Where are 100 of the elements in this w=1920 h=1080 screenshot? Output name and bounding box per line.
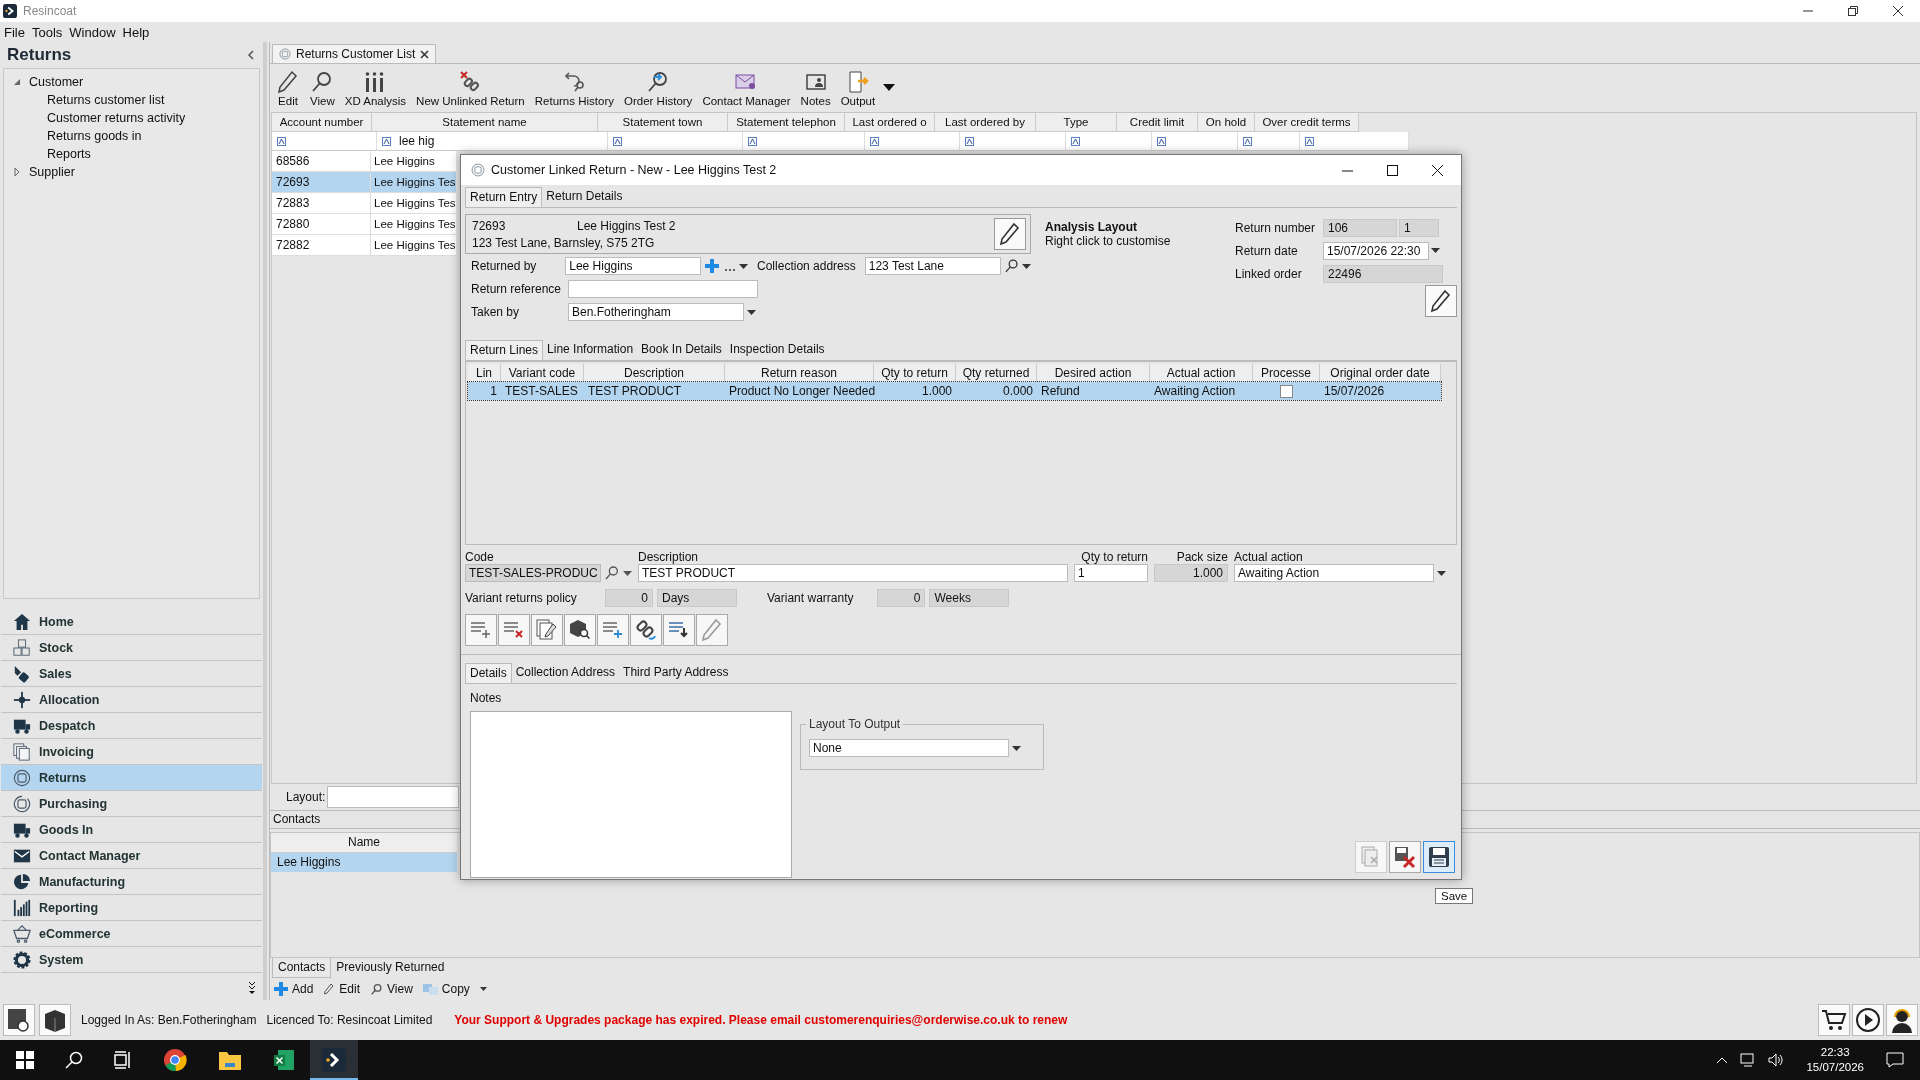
menu-item[interactable]: File xyxy=(4,24,25,40)
lines-tab[interactable]: Return Lines xyxy=(465,340,544,360)
maximize-icon[interactable] xyxy=(1387,164,1398,176)
lines-tab[interactable]: Book In Details xyxy=(637,340,726,360)
qty-field[interactable]: 1 xyxy=(1074,564,1148,582)
nav-item[interactable]: Goods In xyxy=(1,817,262,843)
column-header[interactable]: Processe xyxy=(1253,364,1320,382)
task-view-icon[interactable] xyxy=(114,1051,132,1069)
nav-item[interactable]: Allocation xyxy=(1,687,262,713)
toolbar-button[interactable]: View xyxy=(306,69,339,107)
nav-item[interactable]: Sales xyxy=(1,661,262,687)
column-header[interactable]: Statement name xyxy=(372,113,598,132)
filter-icon[interactable] xyxy=(613,136,622,146)
column-header[interactable]: Variant code xyxy=(501,364,584,382)
filter-icon[interactable] xyxy=(1157,136,1166,146)
close-icon[interactable] xyxy=(1893,6,1903,16)
return-date-picker[interactable]: 15/07/2026 22:30 xyxy=(1323,241,1429,260)
column-header[interactable]: Name xyxy=(271,833,457,853)
pencil-icon[interactable] xyxy=(994,218,1026,250)
search-icon[interactable] xyxy=(65,1051,83,1069)
action-link[interactable]: Copy xyxy=(441,982,470,996)
column-header[interactable]: Account number xyxy=(272,113,372,132)
restore-icon[interactable] xyxy=(1848,6,1858,16)
link-icon[interactable] xyxy=(630,614,662,646)
tree-item[interactable]: Reports xyxy=(47,147,91,161)
dropdown-caret-icon[interactable] xyxy=(883,84,896,92)
column-header[interactable]: Description xyxy=(584,364,725,382)
nav-item[interactable]: Purchasing xyxy=(1,791,262,817)
start-button[interactable] xyxy=(16,1051,34,1069)
volume-icon[interactable] xyxy=(1768,1053,1785,1067)
app-taskbar-icon[interactable] xyxy=(310,1040,358,1080)
tree-item[interactable]: Returns goods in xyxy=(47,129,142,143)
close-icon[interactable] xyxy=(1432,164,1443,176)
dropdown-arrow-icon[interactable] xyxy=(1431,248,1440,253)
column-header[interactable]: Over credit terms xyxy=(1255,113,1359,132)
expand-arrow-icon[interactable] xyxy=(13,168,21,176)
move-down-icon[interactable] xyxy=(663,614,695,646)
table-row[interactable]: 72693 Lee Higgins Tes xyxy=(272,172,456,193)
nav-item[interactable]: Despatch xyxy=(1,713,262,739)
filter-icon[interactable] xyxy=(1305,136,1314,146)
menu-item[interactable]: Help xyxy=(122,24,150,40)
filter-icon[interactable] xyxy=(1071,136,1080,146)
nav-item[interactable]: Contact Manager xyxy=(1,843,262,869)
column-header[interactable]: Return reason xyxy=(725,364,874,382)
search-icon[interactable] xyxy=(370,982,384,996)
nav-item[interactable]: System xyxy=(1,947,262,973)
column-header[interactable]: Qty to return xyxy=(874,364,956,382)
network-icon[interactable] xyxy=(1740,1053,1757,1067)
cart-icon[interactable] xyxy=(1818,1004,1850,1036)
toolbar-button[interactable]: XD Analysis xyxy=(340,69,411,107)
details-tab[interactable]: Details xyxy=(465,663,512,683)
toolbar-button[interactable]: Returns History xyxy=(530,69,618,107)
plus-icon[interactable] xyxy=(704,258,720,274)
column-header[interactable]: Original order date xyxy=(1320,364,1441,382)
details-tab[interactable]: Third Party Address xyxy=(619,663,733,683)
filter-icon[interactable] xyxy=(1243,136,1252,146)
collection-address-field[interactable]: 123 Test Lane xyxy=(864,257,1001,275)
menu-item[interactable]: Window xyxy=(69,24,116,40)
lines-tab[interactable]: Inspection Details xyxy=(725,340,829,360)
column-header[interactable]: Qty returned xyxy=(956,364,1037,382)
nav-item[interactable]: Reporting xyxy=(1,895,262,921)
toolbar-button[interactable]: Output xyxy=(836,69,880,107)
collapse-icon[interactable] xyxy=(247,50,255,60)
panel-tab[interactable]: Contacts xyxy=(272,958,332,978)
dialog-tab[interactable]: Return Entry xyxy=(465,187,543,207)
details-tab[interactable]: Collection Address xyxy=(511,663,620,683)
pencil-icon[interactable] xyxy=(1425,285,1457,317)
notifications-icon[interactable] xyxy=(1886,1052,1904,1068)
action-link[interactable]: Add xyxy=(292,982,314,996)
nav-item[interactable]: Stock xyxy=(1,635,262,661)
toolbar-button[interactable]: Contact Manager xyxy=(698,69,795,107)
actual-action-dropdown[interactable]: Awaiting Action xyxy=(1234,564,1434,582)
tree-item[interactable]: Customer xyxy=(29,75,84,89)
action-link[interactable]: Edit xyxy=(339,982,361,996)
toolbar-button[interactable]: Order History xyxy=(620,69,697,107)
filter-icon[interactable] xyxy=(748,136,757,146)
dropdown-arrow-icon[interactable] xyxy=(1437,570,1446,576)
dropdown-arrow-icon[interactable] xyxy=(1012,745,1021,751)
column-header[interactable]: Credit limit xyxy=(1117,113,1198,132)
action-link[interactable]: View xyxy=(387,982,413,996)
taken-by-dropdown[interactable]: Ben.Fotheringham xyxy=(568,303,744,321)
filter-icon[interactable] xyxy=(870,136,879,146)
panel-tab[interactable]: Previously Returned xyxy=(331,958,450,978)
dropdown-arrow-icon[interactable] xyxy=(1022,263,1031,269)
play-icon[interactable] xyxy=(1852,1004,1884,1036)
column-header[interactable]: Type xyxy=(1036,113,1117,132)
cancel-icon[interactable] xyxy=(1389,841,1421,873)
support-agent-icon[interactable] xyxy=(1886,1004,1918,1036)
table-row[interactable]: 72880 Lee Higgins Tes xyxy=(272,214,456,235)
column-header[interactable]: Actual action xyxy=(1150,364,1253,382)
return-reference-field[interactable] xyxy=(568,280,758,298)
save-icon[interactable] xyxy=(1423,841,1455,873)
box-icon[interactable] xyxy=(39,1004,71,1036)
filter-icon[interactable] xyxy=(382,136,391,146)
filter-field[interactable]: lee hig xyxy=(399,134,435,148)
dropdown-arrow-icon[interactable] xyxy=(479,986,487,992)
code-field[interactable]: TEST-SALES-PRODUC xyxy=(465,564,601,582)
nav-item[interactable]: Home xyxy=(1,609,262,635)
nav-item[interactable]: Manufacturing xyxy=(1,869,262,895)
browser-icon[interactable] xyxy=(163,1048,187,1072)
